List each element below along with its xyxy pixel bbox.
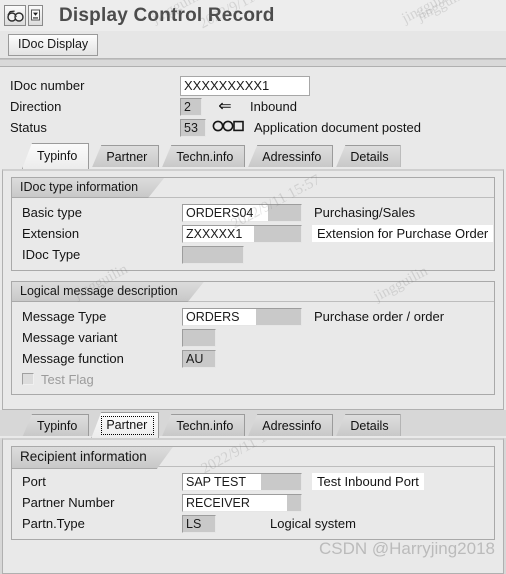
partner-panel: Recipient information Port SAP TEST Test… bbox=[2, 438, 504, 574]
tab-label: Partner bbox=[106, 150, 148, 164]
label-message-function: Message function bbox=[22, 351, 124, 366]
tab-typinfo[interactable]: Typinfo bbox=[22, 143, 90, 169]
idoc-header-fields: IDoc number XXXXXXXXX1 Direction 2 ⇐ Inb… bbox=[0, 0, 506, 144]
partn-type-description: Logical system bbox=[270, 516, 356, 531]
field-row-message-variant: Message variant bbox=[12, 327, 494, 348]
group-recipient-information: Recipient information Port SAP TEST Test… bbox=[11, 440, 495, 540]
message-type-value: ORDERS bbox=[182, 307, 302, 326]
basic-type-description: Purchasing/Sales bbox=[314, 205, 416, 220]
tab-label: Partner bbox=[106, 418, 148, 432]
group-body: Message Type ORDERS Purchase order / ord… bbox=[12, 303, 494, 394]
tab-details[interactable]: Details bbox=[335, 414, 401, 438]
group-header-bar: IDoc type information bbox=[12, 178, 494, 198]
tab-label: Details bbox=[350, 150, 389, 164]
tab-typinfo[interactable]: Typinfo bbox=[22, 414, 90, 438]
tab-partner[interactable]: Partner bbox=[91, 145, 160, 169]
tabstrip-top: Typinfo Partner Techn.info Adressinfo De… bbox=[0, 143, 506, 169]
group-body: Basic type ORDERS04 Purchasing/Sales Ext… bbox=[12, 199, 494, 270]
page-title: Display Control Record bbox=[59, 4, 275, 26]
partner-number-value: RECEIVER bbox=[182, 493, 302, 512]
field-row-message-type: Message Type ORDERS Purchase order / ord… bbox=[12, 306, 494, 327]
group-logical-message-description: Logical message description Message Type… bbox=[11, 261, 495, 395]
field-row-extension: Extension ZXXXXX1 Extension for Purchase… bbox=[12, 223, 494, 244]
idoc-display-button[interactable]: IDoc Display bbox=[8, 33, 99, 56]
field-row-status: Status 53 Application document posted bbox=[10, 117, 506, 138]
field-row-idoc-number: IDoc number XXXXXXXXX1 bbox=[10, 75, 506, 96]
group-header-bar: Recipient information bbox=[12, 447, 494, 467]
field-row-message-function: Message function AU bbox=[12, 348, 494, 369]
label-direction: Direction bbox=[10, 99, 62, 114]
field-row-direction: Direction 2 ⇐ Inbound bbox=[10, 96, 506, 117]
chevron-down-icon[interactable] bbox=[28, 5, 43, 26]
field-row-test-flag[interactable]: Test Flag bbox=[12, 369, 494, 389]
status-value: 53 bbox=[180, 118, 206, 137]
basic-type-value: ORDERS04 bbox=[182, 203, 302, 222]
field-row-port: Port SAP TEST Test Inbound Port bbox=[12, 471, 494, 492]
message-function-value: AU bbox=[182, 349, 216, 368]
group-title-recipient: Recipient information bbox=[12, 447, 173, 469]
field-row-basic-type: Basic type ORDERS04 Purchasing/Sales bbox=[12, 202, 494, 223]
titlebar-icon-group bbox=[4, 5, 43, 26]
toolbar-divider bbox=[0, 59, 506, 67]
tab-label: Typinfo bbox=[37, 419, 78, 433]
label-test-flag: Test Flag bbox=[41, 371, 94, 387]
tab-label: Adressinfo bbox=[262, 419, 322, 433]
message-variant-value bbox=[182, 328, 216, 347]
sap-window: Display Control Record 2022/9/11 15:57 I… bbox=[0, 0, 506, 574]
partn-type-value: LS bbox=[182, 514, 216, 533]
tab-partner[interactable]: Partner bbox=[91, 412, 160, 438]
tab-label: Typinfo bbox=[37, 149, 78, 163]
glasses-icon[interactable] bbox=[4, 5, 26, 26]
test-flag-checkbox[interactable] bbox=[22, 373, 34, 385]
tab-label: Adressinfo bbox=[262, 150, 322, 164]
label-idoc-type: IDoc Type bbox=[22, 247, 81, 262]
extension-value: ZXXXXX1 bbox=[182, 224, 302, 243]
field-row-idoc-type: IDoc Type bbox=[12, 244, 494, 265]
port-description: Test Inbound Port bbox=[312, 473, 424, 490]
label-basic-type: Basic type bbox=[22, 205, 82, 220]
label-message-variant: Message variant bbox=[22, 330, 118, 345]
label-partn-type: Partn.Type bbox=[22, 516, 85, 531]
tab-techn-info[interactable]: Techn.info bbox=[161, 145, 246, 169]
idoc-number-input[interactable]: XXXXXXXXX1 bbox=[180, 75, 310, 96]
tab-details[interactable]: Details bbox=[335, 145, 401, 169]
field-row-partn-type: Partn.Type LS Logical system bbox=[12, 513, 494, 534]
tabstrip-bottom: Typinfo Partner Techn.info Adressinfo De… bbox=[0, 412, 506, 438]
label-message-type: Message Type bbox=[22, 309, 107, 324]
status-description: Application document posted bbox=[254, 120, 421, 135]
inbound-arrow-icon: ⇐ bbox=[218, 97, 232, 115]
group-body: Port SAP TEST Test Inbound Port Partner … bbox=[12, 468, 494, 539]
label-idoc-number: IDoc number bbox=[10, 78, 85, 93]
label-extension: Extension bbox=[22, 226, 80, 241]
direction-description: Inbound bbox=[250, 99, 297, 114]
label-partner-number: Partner Number bbox=[22, 495, 115, 510]
port-value: SAP TEST bbox=[182, 472, 302, 491]
extension-description: Extension for Purchase Order bbox=[312, 225, 494, 242]
label-status: Status bbox=[10, 120, 47, 135]
direction-value: 2 bbox=[180, 97, 202, 116]
group-title-idoc-type: IDoc type information bbox=[12, 178, 164, 198]
watermark-csdn: CSDN @Harryjing2018 bbox=[319, 539, 495, 558]
window-titlebar: Display Control Record 2022/9/11 15:57 bbox=[0, 0, 506, 32]
field-row-partner-number: Partner Number RECEIVER bbox=[12, 492, 494, 513]
idoc-type-value bbox=[182, 245, 244, 264]
group-header-bar: Logical message description bbox=[12, 282, 494, 302]
tab-adressinfo[interactable]: Adressinfo bbox=[247, 414, 334, 438]
tab-adressinfo[interactable]: Adressinfo bbox=[247, 145, 334, 169]
partner-section: Typinfo Partner Techn.info Adressinfo De… bbox=[0, 410, 506, 574]
group-idoc-type-information: IDoc type information Basic type ORDERS0… bbox=[11, 172, 495, 271]
tab-label: Details bbox=[350, 419, 389, 433]
group-title-logical-message: Logical message description bbox=[12, 282, 204, 302]
tab-label: Techn.info bbox=[176, 150, 234, 164]
typinfo-panel: IDoc type information Basic type ORDERS0… bbox=[2, 169, 504, 410]
tab-techn-info[interactable]: Techn.info bbox=[161, 414, 246, 438]
status-traffic-icon bbox=[206, 119, 252, 137]
tab-label: Techn.info bbox=[176, 419, 234, 433]
message-type-description: Purchase order / order bbox=[314, 309, 445, 324]
label-port: Port bbox=[22, 474, 46, 489]
application-toolbar: IDoc Display jingguilin jingguilin bbox=[0, 0, 506, 59]
